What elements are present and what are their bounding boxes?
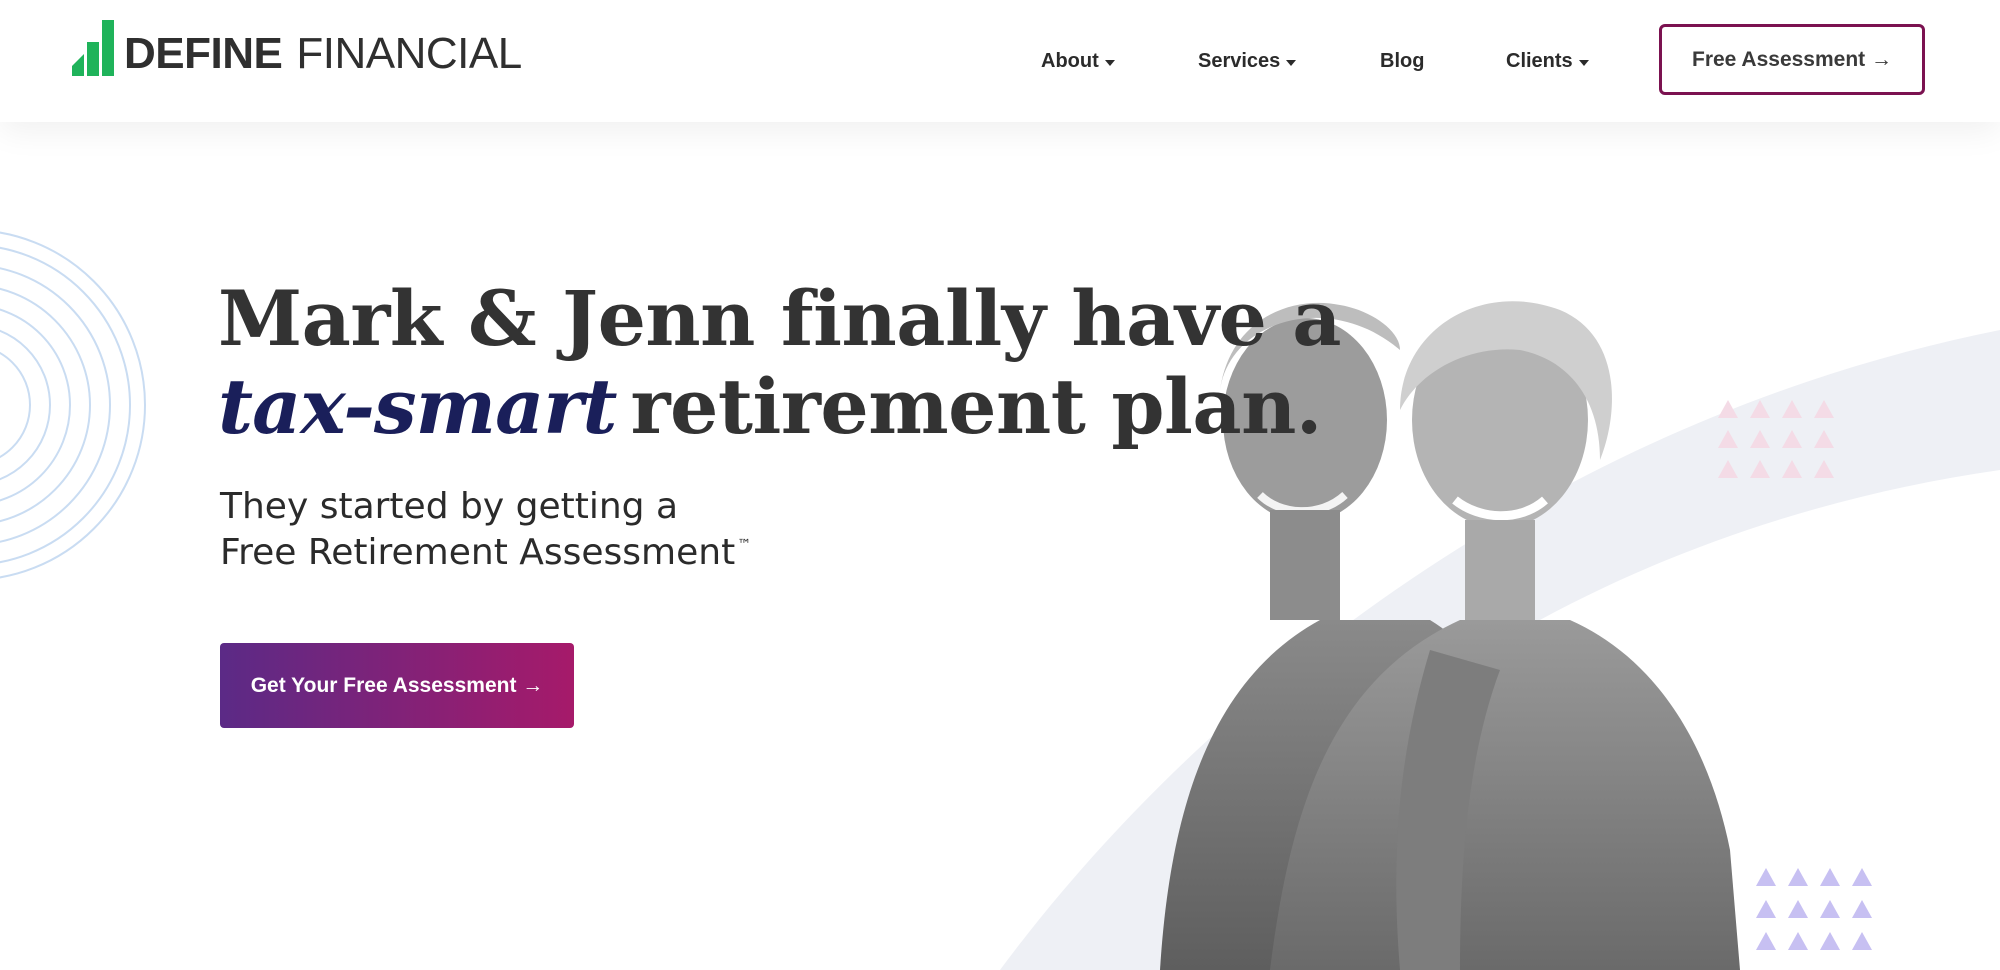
headline-script-text: tax-smart: [218, 362, 617, 451]
site-header: DEFINE FINANCIAL About Services Blog Cli…: [0, 0, 2000, 122]
nav-item-services[interactable]: Services: [1198, 50, 1297, 73]
headline-rest-text: retirement plan.: [630, 362, 1322, 451]
headline-line-1: Mark & Jenn finally have a: [218, 274, 1342, 363]
caret-down-icon: [1104, 59, 1115, 66]
logo-wordmark-light: FINANCIAL: [296, 29, 522, 78]
subtext-line-2-text: Free Retirement Assessment: [220, 532, 736, 573]
hero-headline: Mark & Jenn finally have a tax-smart ret…: [218, 274, 1342, 451]
caret-down-icon: [1286, 59, 1297, 66]
subtext-line-2: Free Retirement Assessment ™: [220, 530, 751, 576]
logo-wordmark-bold: DEFINE: [124, 29, 283, 78]
nav-item-about[interactable]: About: [1041, 50, 1115, 73]
concentric-circles-icon: [0, 231, 146, 579]
trademark-mark: ™: [737, 537, 752, 553]
brand-logo[interactable]: DEFINE FINANCIAL: [72, 20, 522, 76]
free-assessment-button[interactable]: Free Assessment →: [1659, 24, 1925, 95]
nav-item-label: About: [1041, 50, 1099, 72]
nav-item-label: Blog: [1380, 50, 1425, 72]
hero-subtext: They started by getting a Free Retiremen…: [220, 484, 751, 576]
get-free-assessment-button[interactable]: Get Your Free Assessment →: [220, 643, 574, 728]
nav-item-blog[interactable]: Blog: [1380, 50, 1424, 73]
bar-chart-logo-icon: [72, 20, 114, 76]
nav-item-clients[interactable]: Clients: [1506, 50, 1589, 73]
headline-line-2: tax-smart retirement plan.: [218, 363, 1341, 451]
nav-item-label: Services: [1198, 50, 1281, 72]
caret-down-icon: [1578, 59, 1589, 66]
subtext-line-1: They started by getting a: [220, 486, 678, 527]
nav-item-label: Clients: [1506, 50, 1573, 72]
